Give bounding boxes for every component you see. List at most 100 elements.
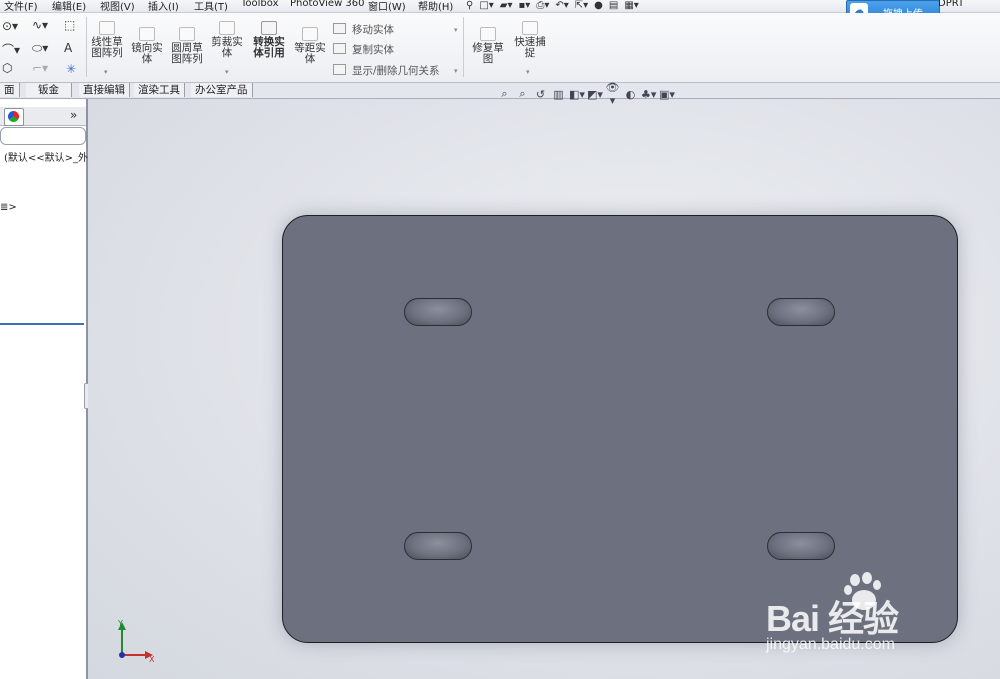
offset-entities-button[interactable]: 等距实 体	[291, 27, 329, 65]
menu-tools[interactable]: 工具(T)	[194, 0, 228, 13]
offset-icon	[302, 27, 318, 41]
slot-top-left[interactable]	[404, 298, 472, 326]
convert-label: 转换实 体引用	[253, 36, 285, 59]
tab-render-tools[interactable]: 渲染工具	[134, 83, 185, 97]
menu-toolbox[interactable]: Toolbox	[241, 0, 279, 9]
view-orientation-icon[interactable]: ◧▾	[569, 88, 585, 101]
menu-insert[interactable]: 插入(I)	[148, 0, 179, 13]
edit-appearance-icon[interactable]: ◐	[623, 88, 638, 101]
feature-tree-item[interactable]: ≣>	[0, 202, 17, 213]
spline-icon[interactable]: ∿▾	[32, 18, 48, 32]
expand-panel-icon[interactable]: »	[70, 108, 77, 122]
baidu-jingyan-watermark: Bai 经验 jingyan.baidu.com	[758, 570, 958, 660]
convert-entities-button[interactable]: 转换实 体引用	[248, 21, 290, 59]
quick-snap-label: 快速捕 捉	[514, 36, 546, 59]
circle-icon[interactable]: ⊙▾	[2, 19, 18, 33]
menu-file[interactable]: 文件(F)	[4, 0, 38, 13]
sketch-box-icon[interactable]: ⬚	[64, 18, 75, 32]
menu-view[interactable]: 视图(V)	[100, 0, 135, 13]
linear-sketch-pattern-button[interactable]: 线性草 图阵列	[88, 21, 126, 59]
chevron-down-icon[interactable]: ▾	[454, 67, 458, 75]
mirror-label: 镜向实 体	[131, 42, 163, 65]
trim-icon	[219, 21, 235, 35]
feature-manager-tabs: »	[0, 107, 86, 126]
display-delete-relations-button[interactable]: 显示/删除几何关系	[333, 63, 440, 78]
text-tool-icon[interactable]: A	[64, 41, 72, 55]
tab-direct-editing[interactable]: 直接编辑	[79, 83, 130, 97]
previous-view-icon[interactable]: ↺	[533, 88, 548, 101]
menu-bar: 文件(F) 编辑(E) 视图(V) 插入(I) 工具(T) Toolbox Ph…	[0, 0, 1000, 22]
rollback-bar[interactable]	[0, 323, 84, 325]
tab-sheet-metal[interactable]: 钣金	[26, 83, 72, 97]
copy-icon	[333, 43, 346, 54]
circular-pattern-icon	[179, 27, 195, 41]
undo-icon[interactable]: ↶▾	[555, 0, 568, 11]
view-settings-icon[interactable]: ▣▾	[659, 88, 675, 101]
document-title: DPRT	[938, 0, 965, 9]
hide-show-items-icon[interactable]: 👁▾	[605, 81, 620, 107]
feature-filter-input[interactable]	[0, 127, 86, 145]
mirror-icon	[139, 27, 155, 41]
options-icon[interactable]: ▦▾	[624, 0, 638, 11]
ellipse-icon[interactable]: ⬭▾	[32, 41, 48, 56]
relations-label: 显示/删除几何关系	[352, 65, 440, 77]
quick-snap-icon	[522, 21, 538, 35]
apply-scene-icon[interactable]: ♣▾	[641, 88, 656, 101]
section-view-icon[interactable]: ▥	[551, 88, 566, 101]
chevron-down-icon[interactable]: ▾	[225, 68, 229, 76]
chevron-down-icon[interactable]: ▾	[454, 26, 458, 34]
menu-edit[interactable]: 编辑(E)	[52, 0, 86, 13]
tab-office-products[interactable]: 办公室产品	[191, 83, 253, 97]
move-label: 移动实体	[352, 24, 394, 36]
repair-label: 修复草 图	[472, 42, 504, 65]
feature-manager-panel: » (默认<<默认>_外 ≣>	[0, 99, 94, 679]
chevron-down-icon[interactable]: ▾	[526, 68, 530, 76]
linear-pattern-icon	[99, 21, 115, 35]
slot-bottom-right[interactable]	[767, 532, 835, 560]
copy-entities-button[interactable]: 复制实体	[333, 42, 394, 57]
relations-icon	[333, 64, 346, 75]
point-icon[interactable]: ✳	[66, 62, 76, 76]
linear-pattern-label: 线性草 图阵列	[91, 36, 123, 59]
circular-pattern-label: 圆周草 图阵列	[171, 42, 203, 65]
repair-sketch-icon	[480, 27, 496, 41]
move-icon	[333, 23, 346, 34]
tab-face[interactable]: 面	[0, 83, 20, 97]
appearance-tab-icon[interactable]	[4, 108, 24, 126]
move-entities-button[interactable]: 移动实体	[333, 22, 394, 37]
circular-sketch-pattern-button[interactable]: 圆周草 图阵列	[168, 27, 206, 65]
triad-y-label: Y	[117, 619, 123, 628]
menu-photoview[interactable]: PhotoView 360	[290, 0, 365, 9]
triad-x-label: X	[149, 655, 155, 663]
fillet-icon[interactable]: ⌐▾	[32, 61, 48, 75]
toolbar-separator	[463, 17, 464, 77]
select-pointer-icon[interactable]: ⇱▾	[575, 0, 588, 11]
trim-entities-button[interactable]: 剪裁实 体	[208, 21, 246, 59]
quick-snaps-button[interactable]: 快速捕 捉	[510, 21, 550, 59]
slot-bottom-left[interactable]	[404, 532, 472, 560]
configuration-label[interactable]: (默认<<默认>_外	[4, 149, 88, 164]
menu-help[interactable]: 帮助(H)	[418, 0, 453, 13]
trim-label: 剪裁实 体	[211, 36, 243, 59]
offset-label: 等距实 体	[294, 42, 326, 65]
print-icon[interactable]: ⎙▾	[536, 0, 549, 11]
zoom-to-area-icon[interactable]: ⌕	[515, 87, 530, 101]
menu-window[interactable]: 窗口(W)	[368, 0, 406, 13]
mirror-entities-button[interactable]: 镜向实 体	[128, 27, 166, 65]
open-folder-icon[interactable]: ▰▾	[500, 0, 513, 11]
new-document-icon[interactable]: □▾	[479, 0, 493, 11]
display-style-icon[interactable]: ◩▾	[587, 88, 603, 101]
pin-icon[interactable]: ⚲	[466, 0, 473, 11]
zoom-to-fit-icon[interactable]: ⌕	[497, 87, 512, 101]
rebuild-traffic-light-icon[interactable]: ●	[594, 0, 603, 11]
reference-triad: Y X	[117, 619, 155, 663]
toolbar-separator	[86, 17, 87, 77]
file-properties-icon[interactable]: ▤	[609, 0, 618, 11]
polygon-icon[interactable]: ⬡	[2, 61, 12, 75]
command-manager: ⊙▾ ∿▾ ⬚ ⌒▾ ⬭▾ A ⬡ ⌐▾ ✳ 线性草 图阵列 ▾ 镜向实 体 圆…	[0, 13, 1000, 83]
chevron-down-icon[interactable]: ▾	[104, 68, 108, 76]
slot-top-right[interactable]	[767, 298, 835, 326]
save-icon[interactable]: ▪▾	[519, 0, 531, 11]
arc-icon[interactable]: ⌒▾	[2, 41, 20, 58]
repair-sketch-button[interactable]: 修复草 图	[468, 27, 508, 65]
